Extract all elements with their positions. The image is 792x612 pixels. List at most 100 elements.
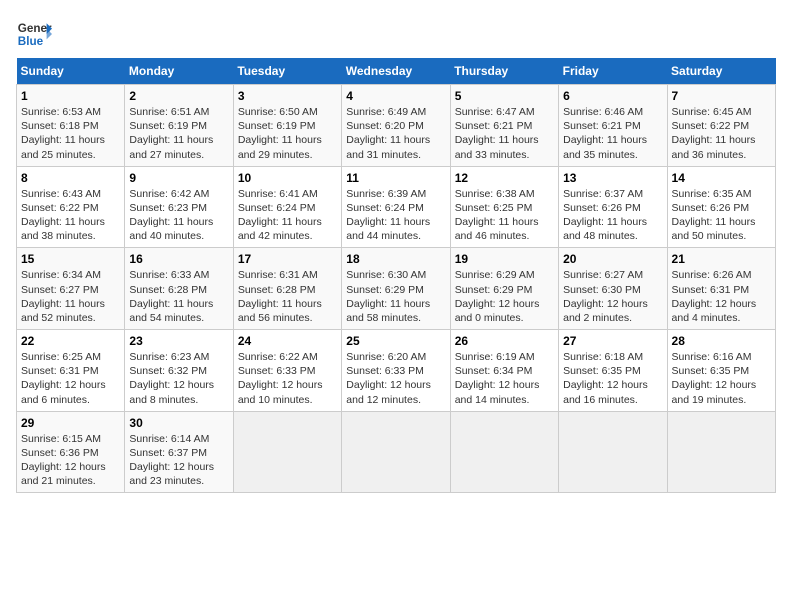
cell-content: Sunrise: 6:46 AMSunset: 6:21 PMDaylight:… [563, 105, 662, 162]
cell-content: Sunrise: 6:23 AMSunset: 6:32 PMDaylight:… [129, 350, 228, 407]
svg-text:Blue: Blue [18, 35, 44, 48]
calendar-table: SundayMondayTuesdayWednesdayThursdayFrid… [16, 58, 776, 493]
calendar-cell: 28 Sunrise: 6:16 AMSunset: 6:35 PMDayligh… [667, 330, 775, 412]
calendar-cell: 26 Sunrise: 6:19 AMSunset: 6:34 PMDayligh… [450, 330, 558, 412]
calendar-cell [450, 411, 558, 493]
cell-content: Sunrise: 6:19 AMSunset: 6:34 PMDaylight:… [455, 350, 554, 407]
day-number: 5 [455, 89, 554, 103]
calendar-cell [559, 411, 667, 493]
cell-content: Sunrise: 6:47 AMSunset: 6:21 PMDaylight:… [455, 105, 554, 162]
day-number: 16 [129, 252, 228, 266]
logo-icon: General Blue [16, 16, 52, 52]
calendar-cell: 22Sunrise: 6:25 AMSunset: 6:31 PMDayligh… [17, 330, 125, 412]
calendar-cell: 16 Sunrise: 6:33 AMSunset: 6:28 PMDayligh… [125, 248, 233, 330]
calendar-cell: 3 Sunrise: 6:50 AMSunset: 6:19 PMDaylight… [233, 85, 341, 167]
day-number: 26 [455, 334, 554, 348]
cell-content: Sunrise: 6:39 AMSunset: 6:24 PMDaylight:… [346, 187, 445, 244]
week-row-2: 8 Sunrise: 6:43 AMSunset: 6:22 PMDaylight… [17, 166, 776, 248]
calendar-cell: 10Sunrise: 6:41 AMSunset: 6:24 PMDayligh… [233, 166, 341, 248]
day-number: 20 [563, 252, 662, 266]
day-number: 3 [238, 89, 337, 103]
cell-content: Sunrise: 6:38 AMSunset: 6:25 PMDaylight:… [455, 187, 554, 244]
day-number: 9 [129, 171, 228, 185]
calendar-cell: 18Sunrise: 6:30 AMSunset: 6:29 PMDayligh… [342, 248, 450, 330]
cell-content: Sunrise: 6:53 AMSunset: 6:18 PMDaylight:… [21, 105, 120, 162]
column-header-tuesday: Tuesday [233, 58, 341, 85]
day-number: 1 [21, 89, 120, 103]
calendar-cell: 13Sunrise: 6:37 AMSunset: 6:26 PMDayligh… [559, 166, 667, 248]
cell-content: Sunrise: 6:34 AMSunset: 6:27 PMDaylight:… [21, 268, 120, 325]
cell-content: Sunrise: 6:15 AMSunset: 6:36 PMDaylight:… [21, 432, 120, 489]
cell-content: Sunrise: 6:27 AMSunset: 6:30 PMDaylight:… [563, 268, 662, 325]
calendar-cell: 14 Sunrise: 6:35 AMSunset: 6:26 PMDayligh… [667, 166, 775, 248]
header-row: SundayMondayTuesdayWednesdayThursdayFrid… [17, 58, 776, 85]
column-header-wednesday: Wednesday [342, 58, 450, 85]
day-number: 8 [21, 171, 120, 185]
cell-content: Sunrise: 6:49 AMSunset: 6:20 PMDaylight:… [346, 105, 445, 162]
logo: General Blue [16, 16, 52, 52]
calendar-cell: 17Sunrise: 6:31 AMSunset: 6:28 PMDayligh… [233, 248, 341, 330]
day-number: 28 [672, 334, 771, 348]
cell-content: Sunrise: 6:29 AMSunset: 6:29 PMDaylight:… [455, 268, 554, 325]
day-number: 11 [346, 171, 445, 185]
day-number: 13 [563, 171, 662, 185]
cell-content: Sunrise: 6:26 AMSunset: 6:31 PMDaylight:… [672, 268, 771, 325]
calendar-cell: 20 Sunrise: 6:27 AMSunset: 6:30 PMDayligh… [559, 248, 667, 330]
cell-content: Sunrise: 6:18 AMSunset: 6:35 PMDaylight:… [563, 350, 662, 407]
day-number: 14 [672, 171, 771, 185]
cell-content: Sunrise: 6:42 AMSunset: 6:23 PMDaylight:… [129, 187, 228, 244]
cell-content: Sunrise: 6:33 AMSunset: 6:28 PMDaylight:… [129, 268, 228, 325]
calendar-cell: 25 Sunrise: 6:20 AMSunset: 6:33 PMDayligh… [342, 330, 450, 412]
column-header-sunday: Sunday [17, 58, 125, 85]
calendar-cell: 30Sunrise: 6:14 AMSunset: 6:37 PMDayligh… [125, 411, 233, 493]
calendar-cell: 11 Sunrise: 6:39 AMSunset: 6:24 PMDayligh… [342, 166, 450, 248]
calendar-cell: 29 Sunrise: 6:15 AMSunset: 6:36 PMDayligh… [17, 411, 125, 493]
cell-content: Sunrise: 6:20 AMSunset: 6:33 PMDaylight:… [346, 350, 445, 407]
calendar-cell: 21 Sunrise: 6:26 AMSunset: 6:31 PMDayligh… [667, 248, 775, 330]
calendar-cell: 6Sunrise: 6:46 AMSunset: 6:21 PMDaylight… [559, 85, 667, 167]
day-number: 29 [21, 416, 120, 430]
calendar-cell: 5 Sunrise: 6:47 AMSunset: 6:21 PMDaylight… [450, 85, 558, 167]
day-number: 19 [455, 252, 554, 266]
day-number: 30 [129, 416, 228, 430]
column-header-friday: Friday [559, 58, 667, 85]
calendar-cell: 8 Sunrise: 6:43 AMSunset: 6:22 PMDaylight… [17, 166, 125, 248]
day-number: 17 [238, 252, 337, 266]
calendar-cell: 1 Sunrise: 6:53 AMSunset: 6:18 PMDaylight… [17, 85, 125, 167]
calendar-cell: 24 Sunrise: 6:22 AMSunset: 6:33 PMDayligh… [233, 330, 341, 412]
day-number: 24 [238, 334, 337, 348]
calendar-cell: 9 Sunrise: 6:42 AMSunset: 6:23 PMDaylight… [125, 166, 233, 248]
week-row-3: 15Sunrise: 6:34 AMSunset: 6:27 PMDayligh… [17, 248, 776, 330]
cell-content: Sunrise: 6:16 AMSunset: 6:35 PMDaylight:… [672, 350, 771, 407]
day-number: 27 [563, 334, 662, 348]
calendar-cell [233, 411, 341, 493]
cell-content: Sunrise: 6:51 AMSunset: 6:19 PMDaylight:… [129, 105, 228, 162]
day-number: 25 [346, 334, 445, 348]
calendar-header: SundayMondayTuesdayWednesdayThursdayFrid… [17, 58, 776, 85]
calendar-cell: 15Sunrise: 6:34 AMSunset: 6:27 PMDayligh… [17, 248, 125, 330]
column-header-thursday: Thursday [450, 58, 558, 85]
column-header-monday: Monday [125, 58, 233, 85]
cell-content: Sunrise: 6:30 AMSunset: 6:29 PMDaylight:… [346, 268, 445, 325]
calendar-cell: 7 Sunrise: 6:45 AMSunset: 6:22 PMDaylight… [667, 85, 775, 167]
calendar-cell: 27 Sunrise: 6:18 AMSunset: 6:35 PMDayligh… [559, 330, 667, 412]
column-header-saturday: Saturday [667, 58, 775, 85]
cell-content: Sunrise: 6:41 AMSunset: 6:24 PMDaylight:… [238, 187, 337, 244]
day-number: 21 [672, 252, 771, 266]
calendar-cell: 4 Sunrise: 6:49 AMSunset: 6:20 PMDaylight… [342, 85, 450, 167]
cell-content: Sunrise: 6:45 AMSunset: 6:22 PMDaylight:… [672, 105, 771, 162]
cell-content: Sunrise: 6:22 AMSunset: 6:33 PMDaylight:… [238, 350, 337, 407]
cell-content: Sunrise: 6:25 AMSunset: 6:31 PMDaylight:… [21, 350, 120, 407]
week-row-5: 29 Sunrise: 6:15 AMSunset: 6:36 PMDayligh… [17, 411, 776, 493]
day-number: 23 [129, 334, 228, 348]
day-number: 7 [672, 89, 771, 103]
calendar-cell: 23 Sunrise: 6:23 AMSunset: 6:32 PMDayligh… [125, 330, 233, 412]
cell-content: Sunrise: 6:50 AMSunset: 6:19 PMDaylight:… [238, 105, 337, 162]
calendar-cell [667, 411, 775, 493]
calendar-cell: 12Sunrise: 6:38 AMSunset: 6:25 PMDayligh… [450, 166, 558, 248]
cell-content: Sunrise: 6:35 AMSunset: 6:26 PMDaylight:… [672, 187, 771, 244]
day-number: 4 [346, 89, 445, 103]
cell-content: Sunrise: 6:43 AMSunset: 6:22 PMDaylight:… [21, 187, 120, 244]
page-header: General Blue [16, 16, 776, 52]
calendar-cell: 19 Sunrise: 6:29 AMSunset: 6:29 PMDayligh… [450, 248, 558, 330]
